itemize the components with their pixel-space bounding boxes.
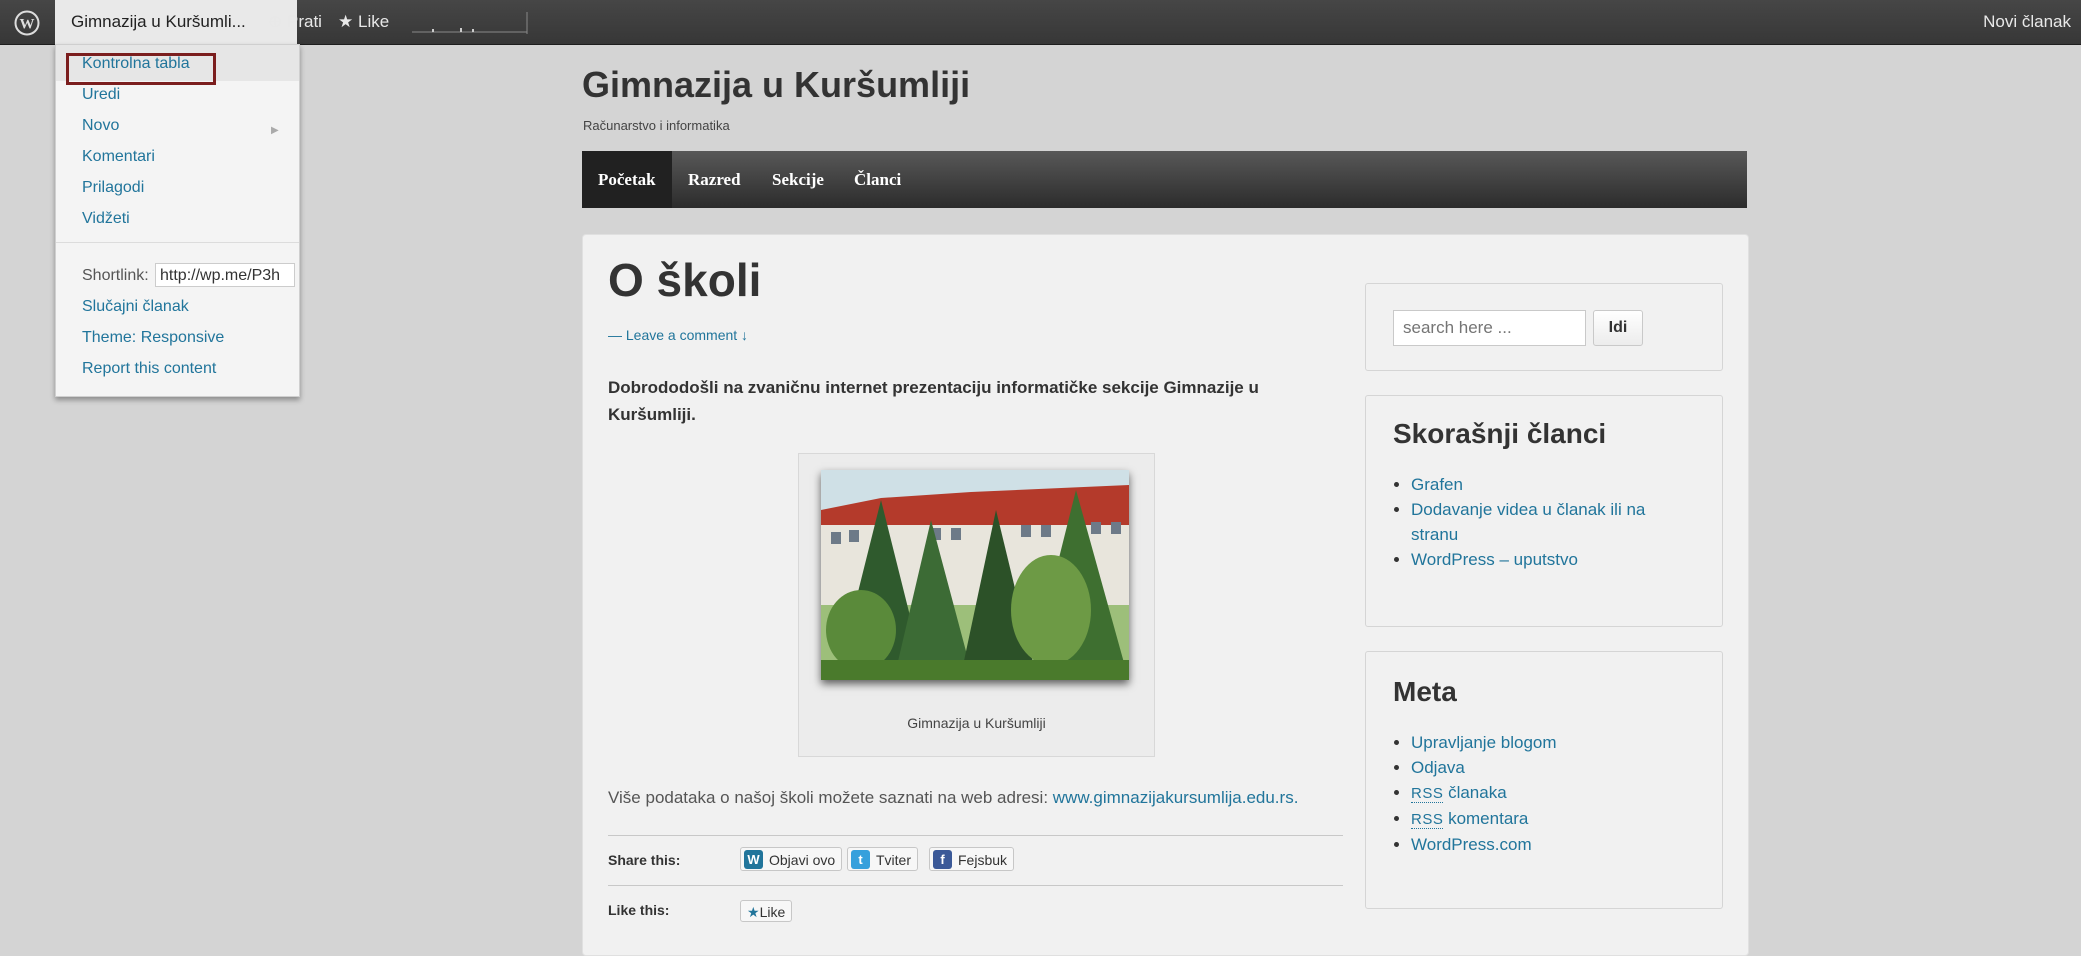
share-wordpress-button[interactable]: W Objavi ovo <box>740 847 843 871</box>
recent-posts-widget: Skorašnji članci Grafen Dodavanje videa … <box>1365 395 1723 627</box>
stats-sparkline[interactable] <box>410 0 530 44</box>
menu-item-customize[interactable]: Prilagodi <box>82 179 144 197</box>
list-item: Dodavanje videa u članak ili na stranu <box>1411 497 1671 547</box>
shortlink-field[interactable]: http://wp.me/P3h <box>155 263 295 287</box>
nav-item-articles[interactable]: Članci <box>838 151 917 208</box>
list-item: RSS članaka <box>1411 780 1711 806</box>
meta-wordpress-link[interactable]: WordPress.com <box>1411 835 1532 854</box>
menu-item-random-post[interactable]: Slučajni članak <box>82 298 189 316</box>
share-facebook-button[interactable]: f Fejsbuk <box>929 847 1015 871</box>
post-title: O školi <box>608 254 762 306</box>
list-item: RSS komentara <box>1411 806 1711 832</box>
list-item: Upravljanje blogom <box>1411 730 1711 755</box>
facebook-icon: f <box>933 850 952 869</box>
post-intro: Dobrododošli na zvaničnu internet prezen… <box>608 378 1259 424</box>
list-item: Odjava <box>1411 755 1711 780</box>
share-wordpress-label: Objavi ovo <box>769 852 836 868</box>
more-info-text: Više podataka o našoj školi možete sazna… <box>608 788 1298 808</box>
meta-manage-link[interactable]: Upravljanje blogom <box>1411 733 1557 752</box>
meta-list: Upravljanje blogom Odjava RSS članaka RS… <box>1393 730 1711 857</box>
rss-posts-label: članaka <box>1443 783 1507 802</box>
leave-comment-link[interactable]: — Leave a comment ↓ <box>608 327 748 343</box>
site-description: Računarstvo i informatika <box>583 118 730 133</box>
divider <box>608 885 1343 886</box>
recent-post-link[interactable]: Dodavanje videa u članak ili na stranu <box>1411 500 1645 544</box>
like-label: Like <box>357 12 390 31</box>
like-button[interactable]: ★ Like <box>338 0 389 44</box>
share-twitter-button[interactable]: t Tviter <box>847 847 918 871</box>
recent-post-link[interactable]: WordPress – uputstvo <box>1411 550 1578 569</box>
menu-item-dashboard[interactable]: Kontrolna tabla <box>82 55 190 73</box>
wordpress-logo-icon[interactable]: W <box>10 0 46 44</box>
share-facebook-label: Fejsbuk <box>958 852 1008 868</box>
new-post-button[interactable]: Novi članak <box>1983 0 2071 44</box>
post-like-button[interactable]: ★Like <box>740 900 793 922</box>
menu-item-theme[interactable]: Theme: Responsive <box>82 329 224 347</box>
share-label: Share this: <box>608 852 681 868</box>
nav-item-class[interactable]: Razred <box>672 151 757 208</box>
menu-item-new[interactable]: Novo <box>82 117 119 135</box>
nav-item-home[interactable]: Početak <box>582 151 672 208</box>
plus-circle-icon: ⊕ <box>268 12 283 31</box>
menu-item-comments[interactable]: Komentari <box>82 148 155 166</box>
image-figure: Gimnazija u Kuršumliji <box>798 453 1155 757</box>
meta-logout-link[interactable]: Odjava <box>1411 758 1465 777</box>
meta-widget: Meta Upravljanje blogom Odjava RSS člana… <box>1365 651 1723 909</box>
divider <box>608 835 1343 836</box>
school-website-link[interactable]: www.gimnazijakursumlija.edu.rs. <box>1053 788 1299 807</box>
rss-comments-label: komentara <box>1443 809 1529 828</box>
list-item: WordPress.com <box>1411 832 1711 857</box>
wordpress-icon: W <box>744 850 763 869</box>
submenu-arrow-icon: ▶ <box>271 125 279 136</box>
post-like-label: Like <box>759 904 786 920</box>
menu-item-edit[interactable]: Uredi <box>82 86 120 104</box>
list-item: Grafen <box>1411 472 1711 497</box>
search-button[interactable]: Idi <box>1593 310 1643 346</box>
search-widget: Idi <box>1365 283 1723 371</box>
star-icon: ★ <box>747 904 760 920</box>
meta-rss-posts-link[interactable]: RSS članaka <box>1411 783 1507 803</box>
follow-label: Prati <box>286 12 322 31</box>
rss-abbr: RSS <box>1411 811 1444 829</box>
main-navigation: Početak Razred Sekcije Članci <box>582 151 1747 208</box>
menu-item-widgets[interactable]: Vidžeti <box>82 210 130 228</box>
school-photo[interactable] <box>821 470 1129 680</box>
recent-post-link[interactable]: Grafen <box>1411 475 1463 494</box>
rss-abbr: RSS <box>1411 785 1444 803</box>
meta-rss-comments-link[interactable]: RSS komentara <box>1411 809 1529 829</box>
twitter-icon: t <box>851 850 870 869</box>
svg-text:W: W <box>20 17 35 33</box>
shortlink-label: Shortlink: <box>82 267 149 284</box>
like-this-label: Like this: <box>608 902 670 918</box>
site-dropdown-menu: Kontrolna tabla Uredi Novo ▶ Komentari P… <box>55 44 300 397</box>
recent-posts-list: Grafen Dodavanje videa u članak ili na s… <box>1393 472 1711 572</box>
search-input[interactable] <box>1393 310 1586 346</box>
list-item: WordPress – uputstvo <box>1411 547 1711 572</box>
recent-posts-title: Skorašnji članci <box>1393 418 1607 449</box>
follow-button[interactable]: ⊕ Prati <box>258 0 322 44</box>
star-icon: ★ <box>338 12 354 31</box>
menu-divider <box>56 242 299 243</box>
more-info-label: Više podataka o našoj školi možete sazna… <box>608 788 1053 807</box>
menu-item-report[interactable]: Report this content <box>82 360 216 378</box>
image-caption: Gimnazija u Kuršumliji <box>907 715 1046 731</box>
site-title[interactable]: Gimnazija u Kuršumliji <box>582 64 970 106</box>
admin-bar: W Gimnazija u Kuršumli... ⊕ Prati ★ Like… <box>0 0 2081 45</box>
share-twitter-label: Tviter <box>876 852 911 868</box>
nav-item-sections[interactable]: Sekcije <box>756 151 840 208</box>
meta-title: Meta <box>1393 676 1457 707</box>
